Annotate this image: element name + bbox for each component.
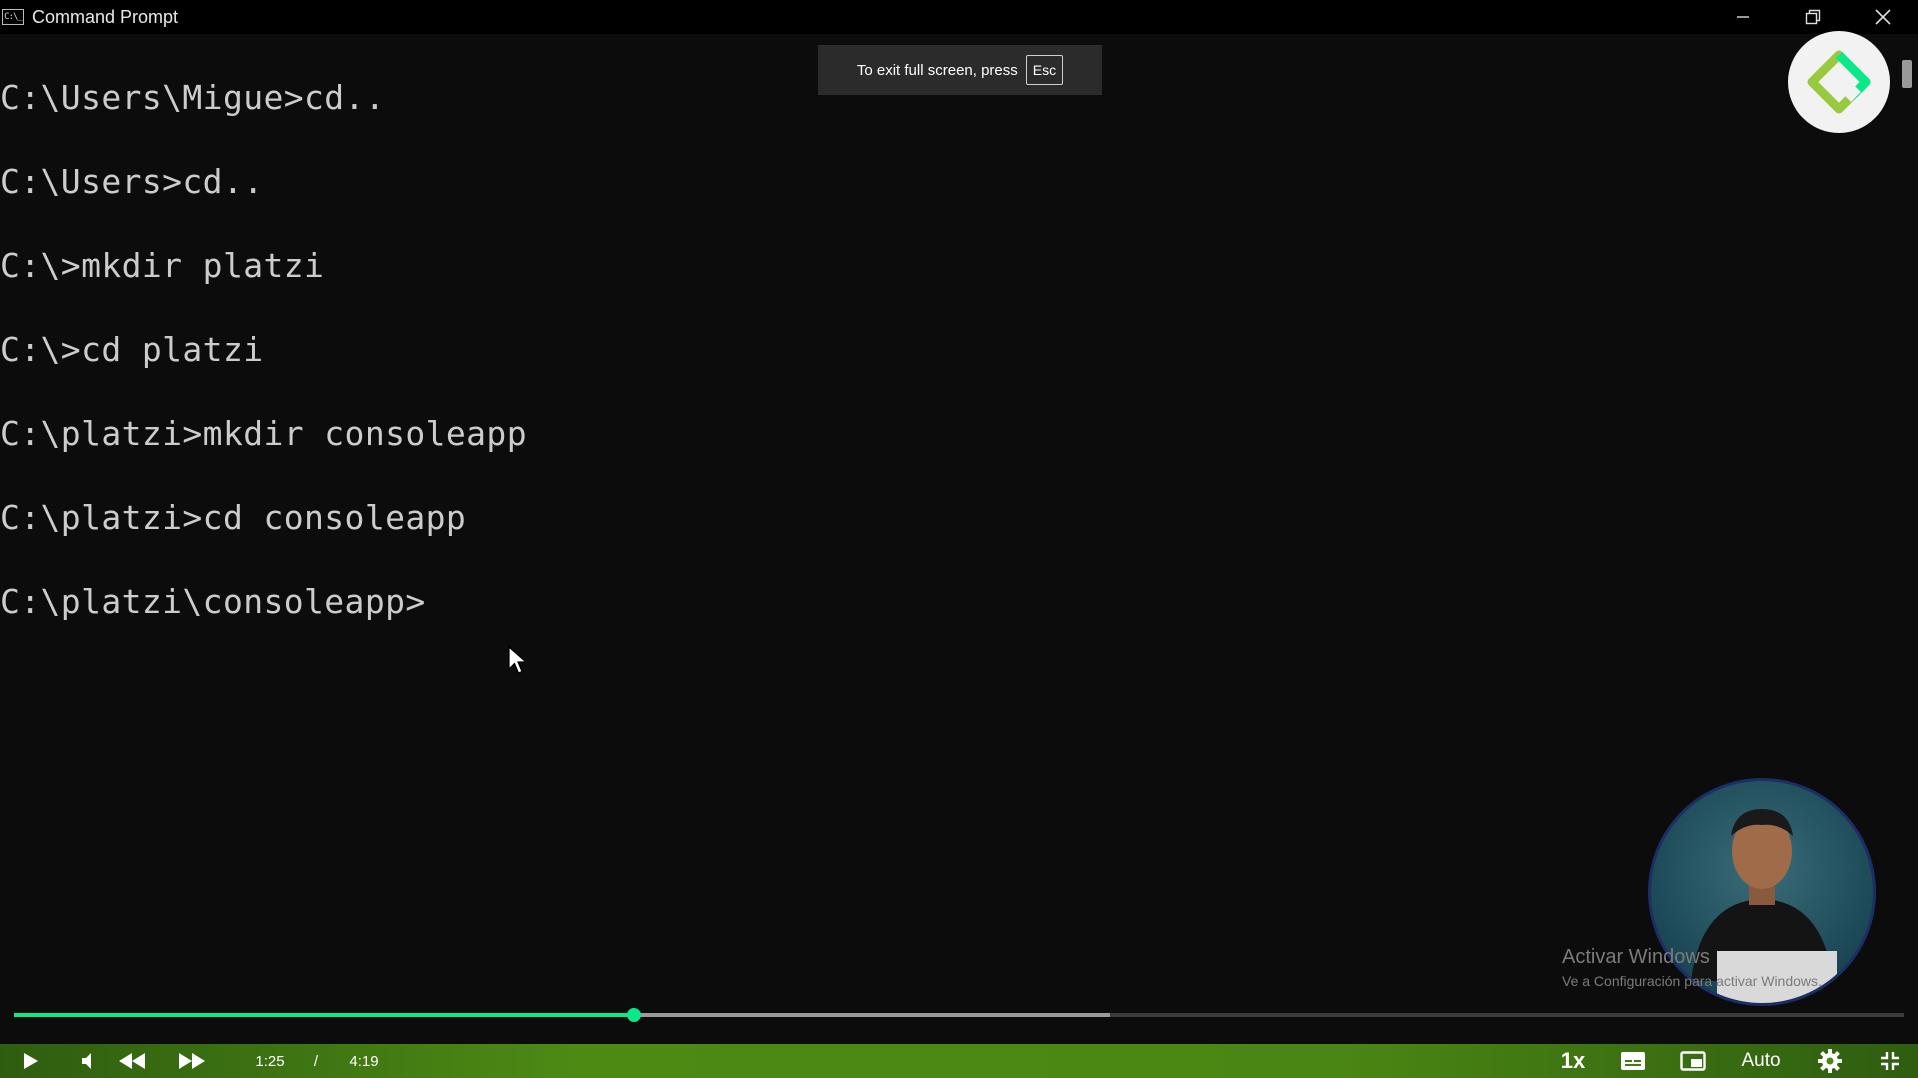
forward-icon [179,1053,205,1069]
picture-in-picture-icon [1680,1051,1706,1071]
restore-icon [1805,9,1821,25]
platzi-logo [1788,31,1890,133]
terminal-line: C:\>cd platzi [0,330,264,369]
minimize-icon [1737,16,1749,18]
time-separator: / [313,1052,319,1070]
terminal-line: C:\Users\Migue>cd.. [0,78,386,117]
terminal-line: C:\>mkdir platzi [0,246,325,285]
terminal-prompt-line: C:\platzi\consoleapp> [0,582,426,621]
quality-button[interactable]: Auto [1738,1044,1784,1078]
platzi-logo-icon [1807,50,1871,114]
volume-button[interactable] [76,1044,102,1078]
exit-fullscreen-button[interactable] [1876,1044,1904,1078]
terminal-line: C:\platzi>cd consoleapp [0,498,467,537]
exit-fullscreen-icon [1881,1052,1899,1070]
rewind-button[interactable] [116,1044,148,1078]
settings-button[interactable] [1815,1044,1845,1078]
play-icon [24,1053,38,1069]
forward-button[interactable] [176,1044,208,1078]
video-duration: 4:19 [349,1052,379,1070]
toast-text: To exit full screen, press [856,61,1018,79]
terminal-line: C:\Users>cd.. [0,162,264,201]
progress-scrubber-handle[interactable] [626,1008,641,1022]
close-icon [1875,9,1891,25]
playback-speed-button[interactable]: 1x [1556,1044,1590,1078]
windows-activation-watermark: Activar Windows Ve a Configuración para … [1562,946,1822,989]
player-control-bar: 1:25 / 4:19 1x Auto [0,1044,1918,1078]
captions-icon [1621,1052,1645,1070]
terminal-scrollbar[interactable] [1892,34,1918,1034]
terminal-line: C:\platzi>mkdir consoleapp [0,414,527,453]
window-title-bar: C:\_ Command Prompt [0,0,1918,34]
watermark-title: Activar Windows [1562,946,1710,968]
video-progress-bar[interactable] [14,1008,1904,1022]
esc-key-hint: Esc [1025,55,1064,85]
scrollbar-thumb[interactable] [1902,60,1912,88]
window-controls [1708,0,1918,34]
command-prompt-app-icon: C:\_ [2,9,24,25]
minimize-button[interactable] [1708,0,1778,34]
progress-played [14,1013,634,1017]
current-time: 1:25 [255,1052,285,1070]
watermark-subtitle: Ve a Configuración para activar Windows. [1562,973,1822,989]
window-title: Command Prompt [32,6,179,27]
close-button[interactable] [1848,0,1918,34]
play-button[interactable] [16,1044,46,1078]
volume-icon [82,1053,91,1069]
rewind-icon [119,1053,145,1069]
mouse-cursor-icon [508,645,528,680]
terminal-output[interactable]: C:\Users\Migue>cd.. C:\Users>cd.. C:\>mk… [0,70,527,658]
picture-in-picture-button[interactable] [1678,1044,1708,1078]
gear-icon [1818,1049,1842,1073]
fullscreen-video-player: C:\_ Command Prompt C:\Users\Migue>cd.. [0,0,1918,1078]
fullscreen-exit-toast: To exit full screen, press Esc [818,45,1102,95]
captions-button[interactable] [1618,1044,1648,1078]
restore-button[interactable] [1778,0,1848,34]
